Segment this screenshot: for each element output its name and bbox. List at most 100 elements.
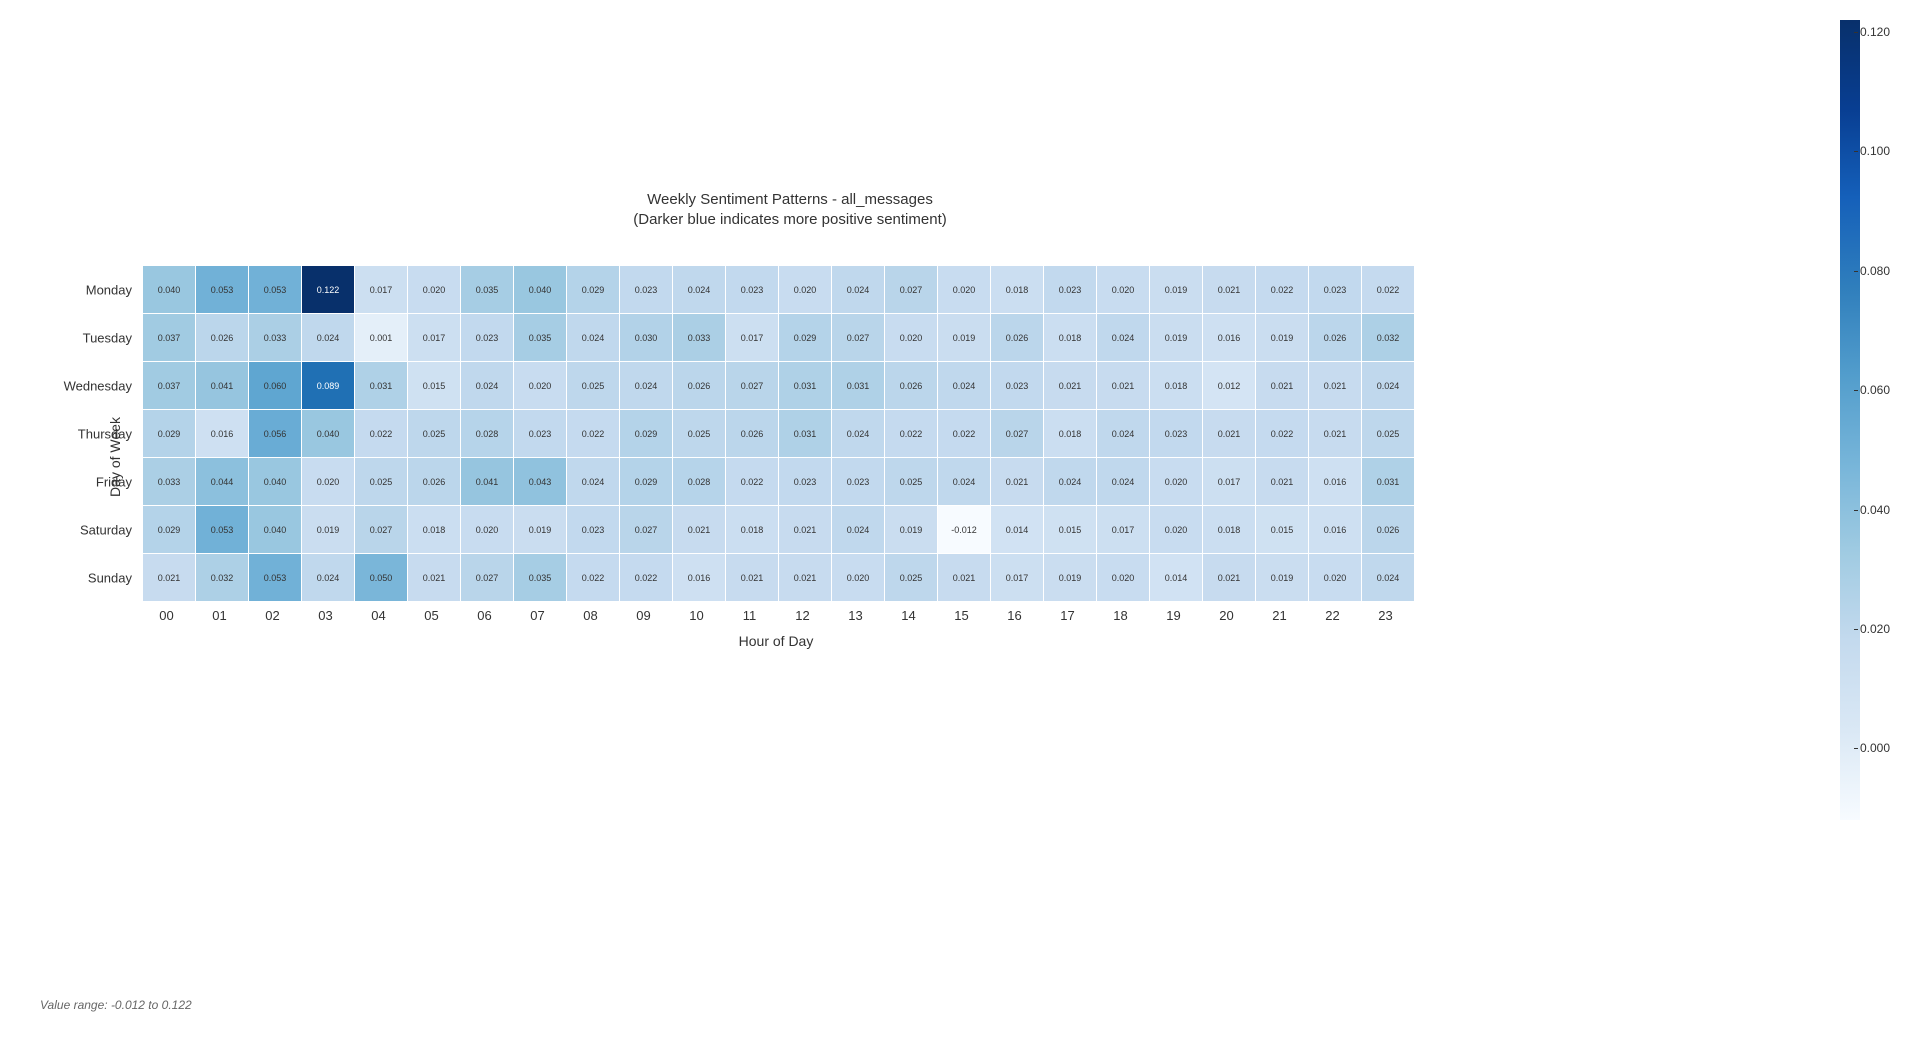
heatmap-cell: 0.001 [355, 314, 408, 362]
heatmap-cell: 0.026 [408, 458, 461, 506]
heatmap-cell: 0.018 [991, 266, 1044, 314]
x-axis-ticks: 0001020304050607080910111213141516171819… [140, 608, 1412, 623]
heatmap-cell: 0.023 [514, 410, 567, 458]
heatmap-cell: 0.021 [779, 554, 832, 602]
x-tick-label: 18 [1094, 608, 1147, 623]
heatmap-cell: 0.035 [514, 554, 567, 602]
colorbar-tick-label: 0.060 [1860, 383, 1890, 397]
heatmap-cell: 0.016 [673, 554, 726, 602]
heatmap-cell: 0.022 [355, 410, 408, 458]
heatmap-cell: 0.031 [1362, 458, 1415, 506]
heatmap-cell: 0.025 [567, 362, 620, 410]
x-tick-label: 21 [1253, 608, 1306, 623]
heatmap-cell: 0.020 [1309, 554, 1362, 602]
y-tick-label: Tuesday [83, 330, 132, 345]
heatmap-cell: 0.025 [355, 458, 408, 506]
heatmap-cell: 0.029 [143, 410, 196, 458]
heatmap-cell: 0.014 [991, 506, 1044, 554]
heatmap-cell: 0.021 [673, 506, 726, 554]
heatmap-cell: 0.023 [620, 266, 673, 314]
heatmap-cell: 0.040 [249, 458, 302, 506]
heatmap-cell: 0.029 [567, 266, 620, 314]
heatmap-cell: 0.017 [1203, 458, 1256, 506]
heatmap-cell: 0.029 [143, 506, 196, 554]
x-tick-label: 19 [1147, 608, 1200, 623]
heatmap-cell: 0.019 [1256, 554, 1309, 602]
heatmap-cell: 0.023 [991, 362, 1044, 410]
heatmap-cell: 0.026 [991, 314, 1044, 362]
y-tick-label: Sunday [88, 570, 132, 585]
heatmap-cell: 0.053 [249, 266, 302, 314]
heatmap-cell: 0.019 [1044, 554, 1097, 602]
heatmap-cell: 0.089 [302, 362, 355, 410]
heatmap-cell: 0.024 [673, 266, 726, 314]
heatmap-cell: 0.017 [408, 314, 461, 362]
heatmap-cell: 0.018 [1203, 506, 1256, 554]
heatmap-cell: 0.019 [1150, 266, 1203, 314]
y-tick-label: Saturday [80, 522, 132, 537]
heatmap-cell: 0.025 [408, 410, 461, 458]
heatmap-cell: 0.026 [885, 362, 938, 410]
heatmap-cell: 0.024 [832, 266, 885, 314]
heatmap-cell: 0.028 [461, 410, 514, 458]
heatmap-cell: 0.031 [832, 362, 885, 410]
heatmap-cell: 0.027 [355, 506, 408, 554]
x-tick-label: 14 [882, 608, 935, 623]
heatmap-cell: 0.017 [355, 266, 408, 314]
heatmap-cell: 0.024 [461, 362, 514, 410]
heatmap-cell: 0.027 [885, 266, 938, 314]
heatmap-cell: 0.020 [302, 458, 355, 506]
heatmap-grid: Monday0.0400.0530.0530.1220.0170.0200.03… [140, 265, 1415, 602]
heatmap-cell: 0.056 [249, 410, 302, 458]
heatmap-cell: 0.050 [355, 554, 408, 602]
heatmap-cell: 0.023 [779, 458, 832, 506]
heatmap-cell: 0.028 [673, 458, 726, 506]
heatmap-cell: 0.021 [1256, 458, 1309, 506]
x-tick-label: 04 [352, 608, 405, 623]
heatmap-cell: 0.025 [673, 410, 726, 458]
heatmap-cell: 0.015 [1044, 506, 1097, 554]
x-tick-label: 16 [988, 608, 1041, 623]
x-tick-label: 02 [246, 608, 299, 623]
x-tick-label: 05 [405, 608, 458, 623]
heatmap-cell: 0.017 [726, 314, 779, 362]
heatmap-cell: 0.018 [1044, 410, 1097, 458]
x-tick-label: 11 [723, 608, 776, 623]
heatmap-cell: 0.021 [1203, 410, 1256, 458]
heatmap-cell: 0.024 [938, 458, 991, 506]
heatmap-cell: 0.021 [1256, 362, 1309, 410]
heatmap-cell: 0.024 [1097, 410, 1150, 458]
heatmap-cell: 0.040 [143, 266, 196, 314]
chart-title-block: Weekly Sentiment Patterns - all_messages… [140, 190, 1440, 231]
heatmap-cell: 0.016 [196, 410, 249, 458]
heatmap-cell: 0.032 [196, 554, 249, 602]
x-tick-label: 20 [1200, 608, 1253, 623]
heatmap-cell: 0.021 [1309, 362, 1362, 410]
heatmap-cell: 0.024 [938, 362, 991, 410]
heatmap-cell: 0.016 [1203, 314, 1256, 362]
heatmap-cell: 0.029 [620, 458, 673, 506]
heatmap-cell: 0.027 [726, 362, 779, 410]
heatmap-grid-wrap: Day of Week Monday0.0400.0530.0530.1220.… [140, 265, 1412, 649]
heatmap-cell: 0.024 [1362, 554, 1415, 602]
heatmap-cell: 0.020 [461, 506, 514, 554]
y-tick-label: Wednesday [64, 378, 132, 393]
heatmap-cell: 0.025 [1362, 410, 1415, 458]
heatmap-cell: 0.025 [885, 554, 938, 602]
heatmap-cell: 0.026 [673, 362, 726, 410]
x-tick-label: 13 [829, 608, 882, 623]
heatmap-cell: 0.019 [885, 506, 938, 554]
heatmap-cell: 0.018 [1150, 362, 1203, 410]
x-tick-label: 10 [670, 608, 723, 623]
heatmap-cell: 0.021 [779, 506, 832, 554]
heatmap-cell: 0.022 [1256, 266, 1309, 314]
heatmap-cell: 0.024 [1097, 458, 1150, 506]
heatmap-cell: 0.041 [196, 362, 249, 410]
heatmap-cell: 0.017 [1097, 506, 1150, 554]
x-tick-label: 08 [564, 608, 617, 623]
heatmap-cell: 0.021 [143, 554, 196, 602]
colorbar-tick-label: 0.080 [1860, 264, 1890, 278]
colorbar-tick-label: 0.040 [1860, 503, 1890, 517]
heatmap-cell: 0.122 [302, 266, 355, 314]
heatmap-cell: 0.021 [1309, 410, 1362, 458]
